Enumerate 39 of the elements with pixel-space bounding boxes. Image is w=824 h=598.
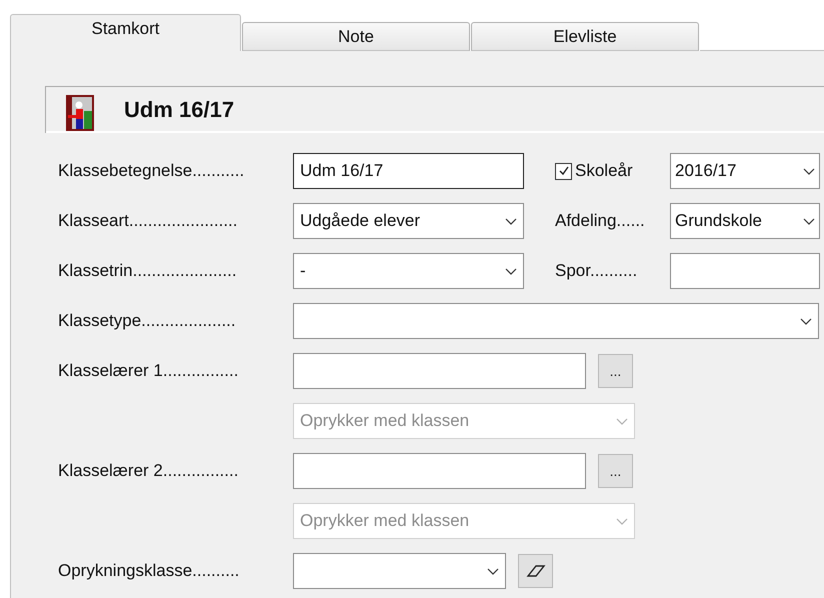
chevron-down-icon — [803, 168, 815, 174]
field-label: Afdeling...... — [555, 211, 645, 231]
chevron-down-icon — [803, 218, 815, 224]
field-label: Klassebetegnelse........... — [58, 161, 246, 181]
dropdown[interactable]: Grundskole — [670, 203, 820, 239]
person-doorway-icon — [66, 95, 94, 131]
tab[interactable]: Stamkort — [10, 14, 241, 51]
browse-button[interactable]: ... — [598, 354, 633, 388]
field-label: Klassetype.................... — [58, 311, 237, 331]
chevron-down-icon — [505, 218, 517, 224]
dropdown[interactable]: - — [293, 253, 524, 289]
chevron-down-icon — [616, 518, 628, 524]
chevron-down-icon — [616, 418, 628, 424]
eraser-icon — [524, 563, 546, 579]
field-label: Klassetrin...................... — [58, 261, 238, 281]
dropdown[interactable] — [293, 553, 506, 589]
browse-button[interactable]: ... — [598, 454, 633, 488]
tab[interactable]: Elevliste — [471, 22, 699, 51]
chevron-down-icon — [487, 568, 499, 574]
text-field[interactable] — [670, 253, 820, 289]
checkbox[interactable] — [555, 162, 572, 180]
class-title: Udm 16/17 — [124, 97, 234, 123]
dropdown[interactable]: Udgåede elever — [293, 203, 524, 239]
field-label: Klasseart....................... — [58, 211, 238, 231]
chevron-down-icon — [800, 318, 812, 324]
chevron-down-icon — [505, 268, 517, 274]
text-field[interactable] — [293, 353, 586, 389]
text-field[interactable] — [293, 453, 586, 489]
field-label: Oprykningsklasse.......... — [58, 561, 240, 581]
field-label: Klasselærer 2................ — [58, 461, 240, 481]
field-label: Spor.......... — [555, 261, 638, 281]
tab[interactable]: Note — [242, 22, 470, 51]
field-label: Klasselærer 1................ — [58, 361, 240, 381]
text-field[interactable]: Udm 16/17 — [293, 153, 524, 189]
field-label: Skoleår — [575, 161, 633, 181]
checkmark-icon — [558, 165, 570, 177]
dropdown[interactable] — [293, 303, 819, 339]
eraser-button[interactable] — [518, 554, 553, 588]
dropdown[interactable]: 2016/17 — [670, 153, 820, 189]
